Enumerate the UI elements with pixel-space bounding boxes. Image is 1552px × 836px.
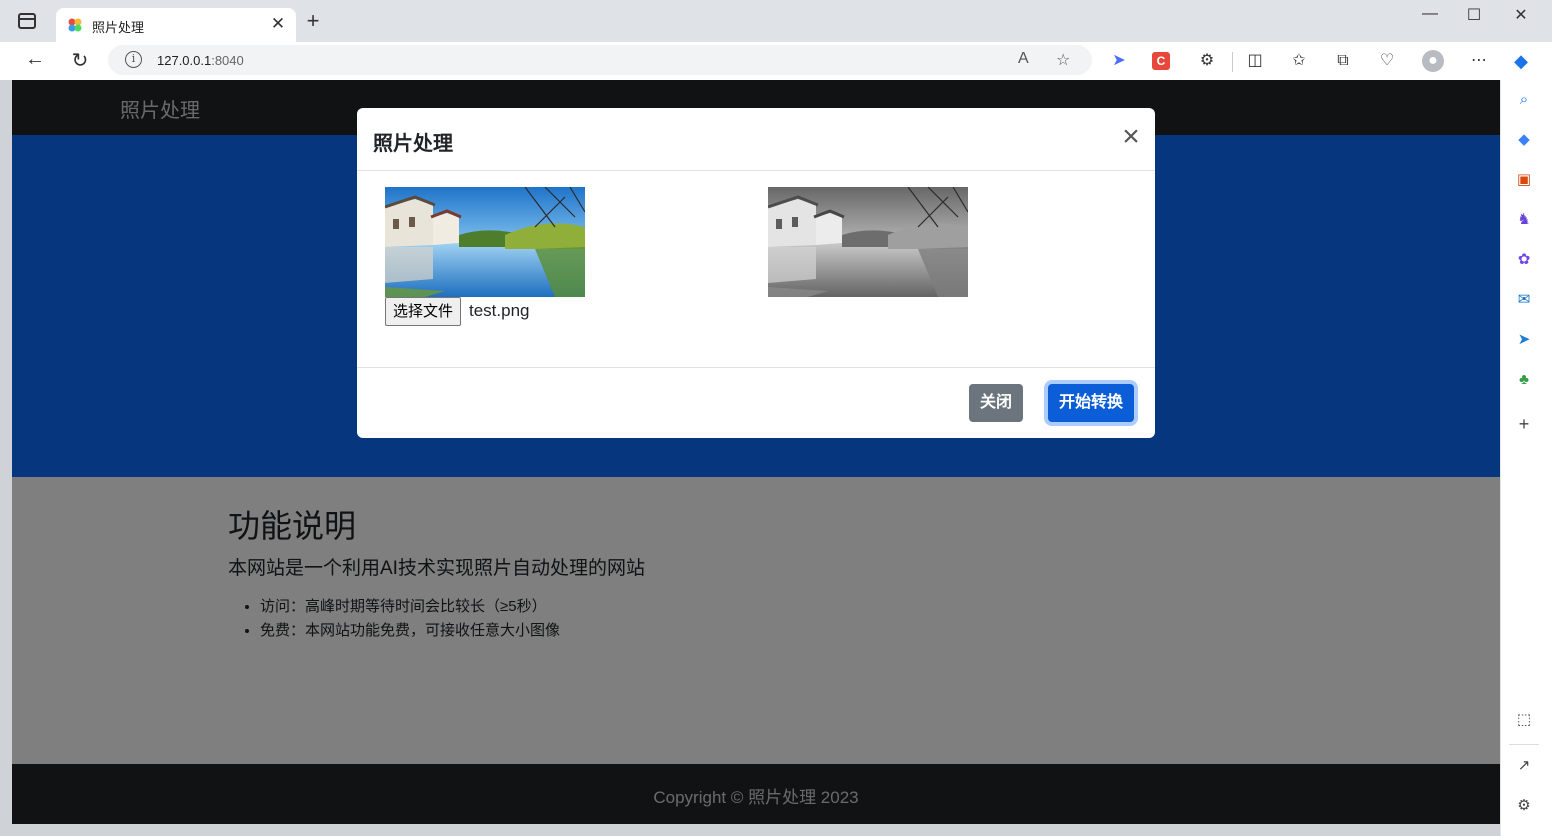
converted-photo (768, 187, 968, 297)
sidebar-divider (1509, 744, 1539, 745)
close-button[interactable]: 关闭 (969, 384, 1024, 422)
browser-toolbar: ← ↻ i 127.0.0.1:8040 A ☆ ➤ C ⚙ ◫ ✩ ⧉ ♡ ●… (0, 42, 1552, 80)
browser-tab[interactable]: 照片处理 ✕ (56, 8, 296, 42)
sidebar-office-icon[interactable]: ✿ (1514, 250, 1534, 270)
sidebar-external-icon[interactable]: ↗ (1514, 756, 1534, 776)
selected-file-name: test.png (469, 301, 530, 320)
modal-footer: 关闭 开始转换 (357, 367, 1155, 438)
collections-icon[interactable]: ⧉ (1332, 50, 1354, 72)
new-tab-button[interactable]: + (302, 8, 324, 34)
toolbar-divider (1232, 52, 1233, 72)
address-url[interactable]: 127.0.0.1:8040 (157, 53, 244, 68)
sidebar-search-icon[interactable]: ⌕ (1514, 90, 1534, 110)
copilot-icon[interactable]: ◆ (1510, 50, 1532, 72)
tab-close-icon[interactable]: ✕ (268, 14, 288, 34)
tab-title: 照片处理 (92, 20, 145, 35)
split-screen-icon[interactable]: ◫ (1244, 50, 1266, 72)
browser-tab-bar: 照片处理 ✕ + — ☐ ✕ (0, 0, 1552, 42)
window-maximize-button[interactable]: ☐ (1458, 5, 1490, 25)
start-convert-button[interactable]: 开始转换 (1048, 384, 1135, 422)
sidebar-shopping-icon[interactable]: ◆ (1514, 130, 1534, 150)
site-favicon-icon (68, 18, 82, 32)
choose-file-button[interactable]: 选择文件 (385, 297, 462, 326)
sidebar-outlook-icon[interactable]: ✉ (1514, 290, 1534, 310)
address-bar[interactable]: i 127.0.0.1:8040 A ☆ (108, 45, 1092, 75)
sidebar-screenshot-icon[interactable]: ⬚ (1514, 710, 1534, 730)
original-photo (385, 187, 585, 297)
photo-modal: 照片处理 × 选择文件 test.png 关闭 开始转换 (357, 108, 1155, 438)
tab-actions-icon[interactable] (18, 13, 36, 29)
modal-header: 照片处理 × (357, 108, 1155, 171)
modal-body: 选择文件 test.png (357, 171, 1155, 367)
sidebar-add-icon[interactable]: + (1514, 414, 1534, 434)
window-minimize-button[interactable]: — (1414, 5, 1446, 23)
extension-bird-icon[interactable]: ➤ (1108, 50, 1130, 72)
more-menu-icon[interactable]: ⋯ (1468, 50, 1490, 72)
sidebar-games-icon[interactable]: ♞ (1514, 210, 1534, 230)
browser-essentials-icon[interactable]: ♡ (1376, 50, 1398, 72)
browser-sidebar: ⌕ ◆ ▣ ♞ ✿ ✉ ➤ ♣ + ⬚ ↗ ⚙ (1500, 80, 1552, 836)
extensions-puzzle-icon[interactable]: ⚙ (1196, 50, 1218, 72)
favorites-icon[interactable]: ✩ (1288, 50, 1310, 72)
extension-c-icon[interactable]: C (1152, 52, 1170, 70)
sidebar-tools-icon[interactable]: ▣ (1514, 170, 1534, 190)
close-icon[interactable]: × (1119, 122, 1143, 156)
site-info-icon[interactable]: i (125, 51, 142, 68)
refresh-icon[interactable]: ↻ (67, 48, 93, 73)
sidebar-tree-icon[interactable]: ♣ (1514, 370, 1534, 390)
profile-avatar-icon[interactable]: ● (1422, 50, 1444, 72)
modal-title: 照片处理 (373, 133, 453, 155)
favorite-star-icon[interactable]: ☆ (1056, 50, 1070, 70)
sidebar-settings-icon[interactable]: ⚙ (1514, 796, 1534, 816)
read-aloud-icon[interactable]: A (1018, 50, 1029, 68)
window-close-button[interactable]: ✕ (1505, 5, 1537, 25)
back-arrow-icon[interactable]: ← (22, 48, 48, 71)
sidebar-send-icon[interactable]: ➤ (1514, 330, 1534, 350)
